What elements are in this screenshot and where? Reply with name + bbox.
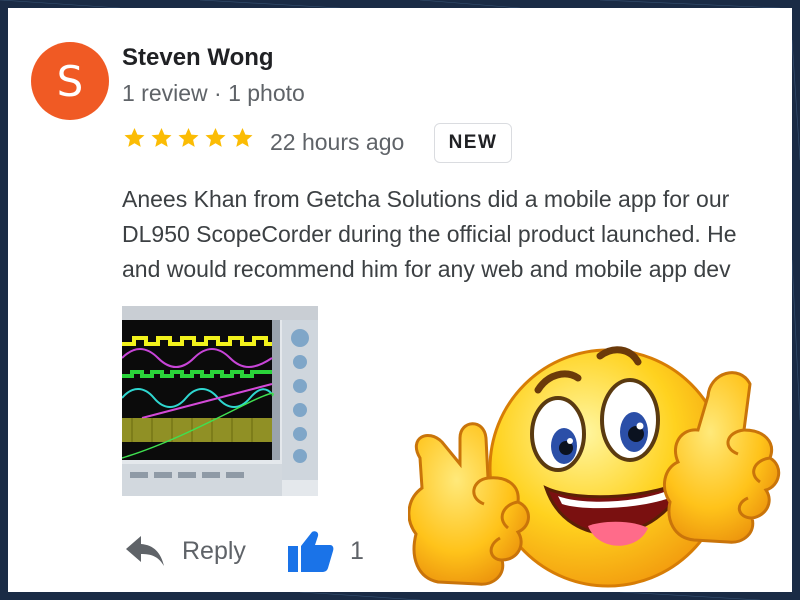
thumbs-up-icon [288, 531, 334, 572]
new-badge: NEW [434, 123, 512, 163]
review-text-line: DL950 ScopeCorder during the official pr… [122, 221, 737, 247]
avatar-initial: S [56, 56, 84, 106]
star-icon [151, 128, 172, 147]
star-icon [178, 128, 199, 147]
star-rating [122, 126, 255, 150]
like-count: 1 [350, 536, 364, 565]
reviewer-meta: 1 review · 1 photo [122, 80, 305, 106]
review-text-line: Anees Khan from Getcha Solutions did a m… [122, 186, 730, 212]
reviewer-name[interactable]: Steven Wong [122, 44, 274, 72]
reply-button[interactable]: Reply [126, 536, 246, 566]
thumbs-up-emoji-icon [408, 346, 781, 588]
oscilloscope-screenshot [122, 306, 318, 496]
review-time: 22 hours ago [270, 129, 405, 155]
star-icon [232, 128, 253, 147]
like-button[interactable]: 1 [288, 530, 364, 572]
review-text-line: and would recommend him for any web and … [122, 256, 731, 282]
reply-label: Reply [182, 536, 246, 565]
review-text[interactable]: Anees Khan from Getcha Solutions did a m… [122, 182, 792, 287]
reply-arrow-icon [126, 536, 164, 566]
review-photo[interactable] [122, 306, 318, 496]
star-icon [205, 128, 226, 147]
star-icon [124, 128, 145, 147]
avatar[interactable]: S [31, 42, 109, 120]
